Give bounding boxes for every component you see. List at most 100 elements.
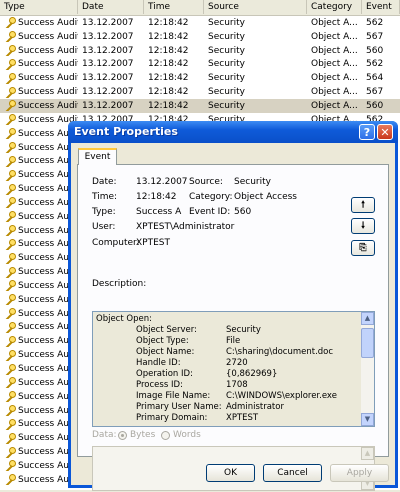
data-label: Data:: [92, 430, 117, 440]
help-button[interactable]: ?: [359, 124, 375, 140]
cell-type: Success Audit: [0, 363, 78, 375]
table-row[interactable]: Success Audit 13.12.2007 12:18:42 Security O…: [0, 71, 400, 85]
cell-source: Security: [208, 17, 245, 28]
cancel-button[interactable]: Cancel: [263, 464, 322, 482]
table-row[interactable]: Success Audit 13.12.2007 12:18:42 Security O…: [0, 58, 400, 72]
cell-type: Success Audit: [0, 418, 78, 430]
cell-event: 564: [366, 73, 384, 84]
description-key: Primary User Name:: [136, 402, 222, 412]
cell-type: Success Audit: [0, 155, 78, 167]
date-value: 13.12.2007: [136, 177, 188, 187]
cell-type: Success Audit: [0, 432, 78, 444]
arrow-up-icon: 🠕: [361, 200, 365, 210]
table-row[interactable]: Success Audit 13.12.2007 12:18:42 Security O…: [0, 99, 400, 113]
column-event[interactable]: Event: [362, 0, 400, 14]
key-icon: [3, 128, 16, 139]
description-value: Administrator: [226, 402, 284, 412]
cell-category: Object A...: [311, 17, 358, 28]
dialog-client: Event Date: 13.12.2007 Source: Security …: [71, 143, 395, 491]
cell-type: Success Audit: [0, 211, 78, 222]
cell-type: Success Audit: [0, 294, 78, 305]
description-scrollbar[interactable]: ▲ ▼: [361, 312, 374, 426]
cell-event: 562: [366, 59, 384, 70]
user-label: User:: [92, 222, 116, 232]
cell-source: Security: [208, 100, 245, 111]
cell-category: Object A...: [311, 73, 358, 84]
computer-label: Computer:: [92, 238, 140, 248]
cell-date: 13.12.2007: [82, 45, 134, 56]
table-row[interactable]: Success Audit 13.12.2007 12:18:42 Security O…: [0, 16, 400, 30]
key-icon: [3, 31, 16, 42]
key-icon: [3, 405, 16, 416]
cell-time: 12:18:42: [148, 45, 189, 56]
close-button[interactable]: ✕: [377, 124, 393, 140]
key-icon: [3, 432, 16, 444]
dialog-titlebar[interactable]: Event Properties ? ✕: [68, 121, 398, 143]
description-key: Object Name:: [136, 347, 195, 357]
key-icon: [3, 114, 16, 125]
table-row[interactable]: Success Audit 13.12.2007 12:18:42 Security O…: [0, 30, 400, 44]
cell-type: Success Audit: [0, 100, 78, 111]
type-text: Success Audit: [18, 87, 78, 98]
key-icon: [3, 460, 16, 471]
cell-type: Success Audit: [0, 58, 78, 70]
description-textbox[interactable]: ▲ ▼ Object Open: Object Server: Security Ob…: [92, 311, 375, 427]
key-icon: [3, 391, 16, 402]
cell-type: Success Audit: [0, 280, 78, 291]
key-icon: [3, 100, 16, 111]
column-type[interactable]: Type: [0, 0, 78, 14]
tab-event[interactable]: Event: [78, 148, 117, 165]
cell-event: 567: [366, 87, 384, 98]
bytes-radio[interactable]: [118, 431, 127, 440]
ok-button[interactable]: OK: [206, 464, 255, 482]
cell-type: Success Audit: [0, 335, 78, 347]
cell-type: Success Audit: [0, 474, 78, 485]
key-icon: [3, 335, 16, 347]
cell-type: Success Audit: [0, 349, 78, 361]
data-scroll-up-icon[interactable]: ▲: [361, 447, 374, 460]
key-icon: [3, 363, 16, 375]
column-date[interactable]: Date: [78, 0, 144, 14]
apply-button[interactable]: Apply: [330, 464, 389, 482]
words-label: Words: [173, 430, 201, 440]
column-time[interactable]: Time: [144, 0, 204, 14]
cell-type: Success Audit: [0, 197, 78, 208]
description-label: Description:: [92, 279, 147, 289]
cell-type: Success Audit: [0, 266, 78, 278]
cell-type: Success Audit: [0, 31, 78, 42]
cell-type: Success Audit: [0, 225, 78, 236]
time-value: 12:18:42: [136, 192, 177, 202]
type-text: Success Audit: [18, 31, 78, 42]
words-radio[interactable]: [161, 431, 170, 440]
key-icon: [3, 321, 16, 333]
cell-event: 560: [366, 100, 384, 111]
cell-type: Success Audit: [0, 17, 78, 28]
description-key: Object Open:: [96, 314, 152, 324]
cell-time: 12:18:42: [148, 100, 189, 111]
scroll-thumb[interactable]: [361, 328, 374, 358]
table-row[interactable]: Success Audit 13.12.2007 12:18:42 Security O…: [0, 85, 400, 99]
key-icon: [3, 308, 16, 319]
description-value: Security: [226, 325, 261, 335]
table-row[interactable]: Success Audit 13.12.2007 12:18:42 Security O…: [0, 44, 400, 58]
scroll-up-icon[interactable]: ▲: [361, 312, 374, 325]
key-icon: [3, 211, 16, 222]
column-category[interactable]: Category: [307, 0, 362, 14]
next-event-button[interactable]: 🠗: [351, 218, 375, 234]
copy-button[interactable]: ⎘: [351, 240, 375, 256]
cell-type: Success Audit: [0, 460, 78, 471]
cell-date: 13.12.2007: [82, 31, 134, 42]
type-value: Success A: [136, 207, 182, 217]
key-icon: [3, 266, 16, 278]
column-source[interactable]: Source: [204, 0, 307, 14]
key-icon: [3, 197, 16, 208]
scroll-down-icon[interactable]: ▼: [361, 413, 374, 426]
copy-icon: ⎘: [359, 243, 367, 253]
type-text: Success Audit: [18, 17, 78, 28]
cell-type: Success Audit: [0, 252, 78, 264]
key-icon: [3, 58, 16, 70]
previous-event-button[interactable]: 🠕: [351, 197, 375, 213]
description-value: C:\WINDOWS\explorer.exe: [226, 391, 337, 401]
user-value: XPTEST\Administrator: [136, 222, 235, 232]
cell-date: 13.12.2007: [82, 87, 134, 98]
